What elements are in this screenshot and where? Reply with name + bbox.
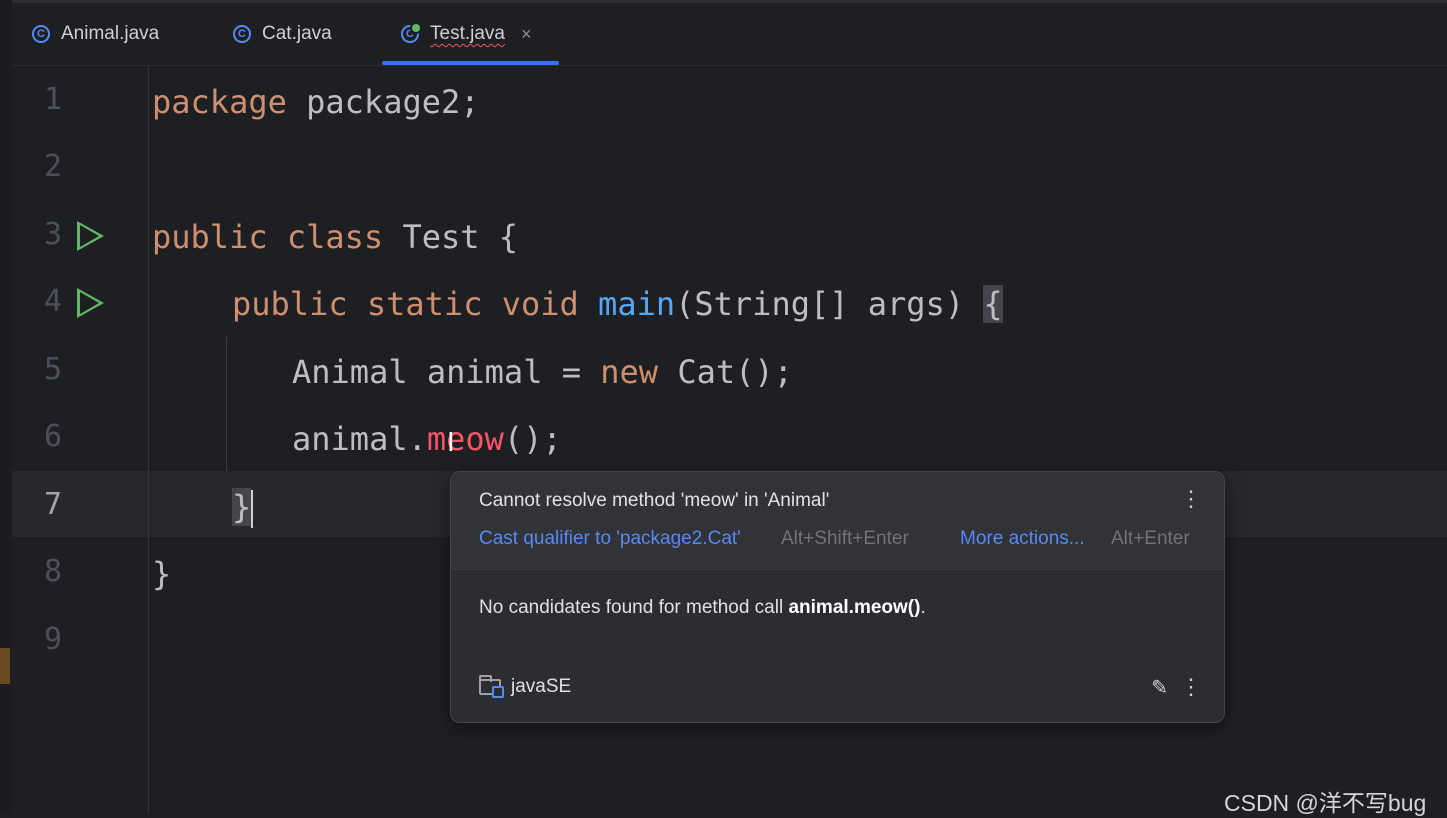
runnable-class-icon: C [401,22,422,43]
mouse-text-cursor: I [447,428,455,458]
tab-label: Test.java [430,23,505,44]
keyword: static [366,285,483,323]
code-line-5[interactable]: Animal animal = new Cat(); [292,352,793,392]
line-number: 9 [43,622,62,657]
keyword: class [286,218,384,256]
description-code: animal.meow() [788,597,921,618]
code-text: } [152,555,172,593]
editor-tab-bar: C Animal.java C Cat.java C Test.java × [12,3,1447,66]
code-text: Cat(); [658,353,793,391]
left-tool-strip [0,0,12,813]
run-main-icon[interactable] [77,288,104,318]
line-number: 2 [43,149,62,184]
code-text: (String[] args) [675,285,984,323]
class-icon: C [32,25,50,43]
code-line-1[interactable]: package package2; [152,82,480,122]
code-text: Animal animal = [292,353,601,391]
keyword: new [600,353,659,391]
line-number-current: 7 [43,487,62,522]
unresolved-method[interactable]: meow [427,420,504,458]
module-info[interactable]: javaSE [479,675,572,698]
more-actions-shortcut: Alt+Enter [1111,528,1190,549]
close-icon[interactable]: × [521,24,532,45]
tab-test-java[interactable]: C Test.java × [401,3,532,65]
tab-label: Cat.java [262,23,332,44]
keyword: package [152,83,287,121]
indent-guide [226,337,227,471]
line-number: 6 [43,419,62,454]
code-text: (); [503,420,562,458]
cast-qualifier-action[interactable]: Cast qualifier to 'package2.Cat' [479,528,741,550]
matched-brace: } [232,488,252,526]
line-number: 1 [43,82,62,117]
tab-animal-java[interactable]: C Animal.java [32,3,159,65]
description-text: No candidates found for method call [479,597,789,618]
run-class-icon[interactable] [77,221,104,251]
line-number: 4 [43,284,62,319]
line-number: 5 [43,352,62,387]
keyword: public [232,285,348,323]
line-number: 8 [43,554,62,589]
code-line-4[interactable]: public static void main(String[] args) { [232,284,1003,324]
code-line-7[interactable]: } [232,487,254,528]
tab-label: Animal.java [61,23,160,44]
gutter-divider [148,66,149,813]
quickfix-shortcut: Alt+Shift+Enter [781,528,909,549]
keyword: public [152,218,268,256]
code-line-8[interactable]: } [152,554,171,594]
popup-header: Cannot resolve method 'meow' in 'Animal'… [451,472,1224,570]
code-text: animal. [292,420,427,458]
error-inspection-popup: Cannot resolve method 'meow' in 'Animal'… [450,471,1225,723]
left-edge-marker [0,648,10,684]
class-icon: C [233,25,251,43]
pencil-icon[interactable]: ✎ [1151,675,1168,700]
code-text: package2; [286,83,480,121]
code-text: Test { [383,218,519,256]
active-tab-indicator [382,61,559,65]
line-number: 3 [43,217,62,252]
text-caret [251,490,254,528]
more-options-icon[interactable]: ⋮ [1180,488,1202,510]
code-line-3[interactable]: public class Test { [152,217,518,257]
module-folder-icon [479,675,504,698]
description-text: . [920,597,926,618]
more-actions-link[interactable]: More actions... [960,528,1085,550]
method-name: main [598,285,676,323]
module-name: javaSE [511,676,572,697]
matched-brace: { [983,285,1003,323]
more-options-icon[interactable]: ⋮ [1180,676,1202,698]
popup-description: No candidates found for method call anim… [479,597,926,619]
popup-title: Cannot resolve method 'meow' in 'Animal' [479,490,830,511]
code-line-6[interactable]: animal.meow(); [292,419,562,459]
keyword: void [501,285,579,323]
tab-cat-java[interactable]: C Cat.java [233,3,332,65]
